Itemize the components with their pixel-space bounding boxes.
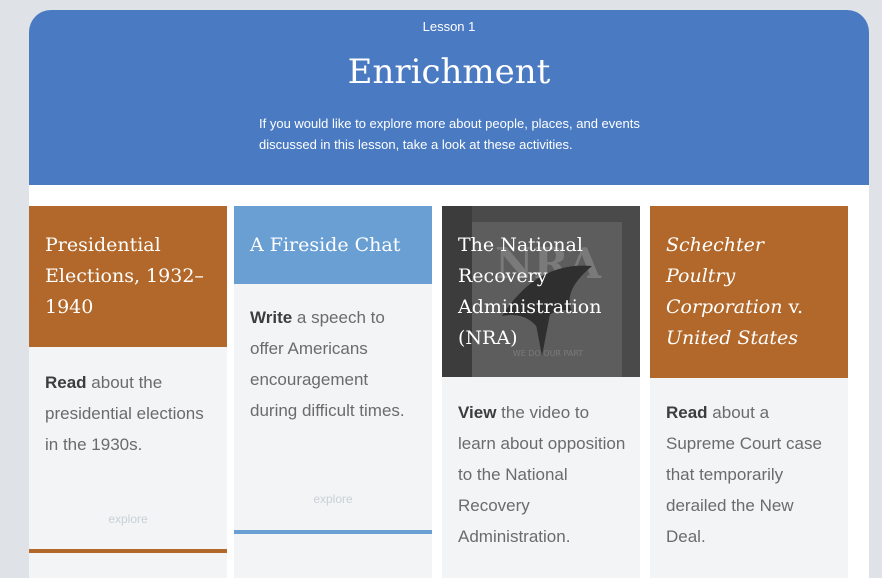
card-accent-bar xyxy=(29,549,227,553)
card-accent-bar xyxy=(234,530,432,534)
lesson-label: Lesson 1 xyxy=(422,19,476,34)
card-presidential-elections[interactable]: Presidential Elections, 1932–1940 Read a… xyxy=(29,206,227,578)
card-text: Read about the presidential elections in… xyxy=(45,367,215,460)
card-title-case-name: Schechter Poultry Corporation xyxy=(666,234,783,318)
card-text: Read about a Supreme Court case that tem… xyxy=(666,397,836,552)
card-verb: Write xyxy=(250,308,293,327)
card-text: View the video to learn about opposition… xyxy=(458,397,628,552)
card-verb: Read xyxy=(45,373,87,392)
card-title: The National Recovery Administration (NR… xyxy=(458,234,602,349)
card-verb: View xyxy=(458,403,497,422)
enrichment-panel: Lesson 1 Enrichment If you would like to… xyxy=(29,10,869,578)
card-text: Write a speech to offer Americans encour… xyxy=(250,302,420,426)
enrichment-header: Lesson 1 Enrichment If you would like to… xyxy=(29,10,869,185)
card-fireside-chat[interactable]: A Fireside Chat Write a speech to offer … xyxy=(234,206,432,578)
card-schechter-v-united-states[interactable]: Schechter Poultry Corporation v. United … xyxy=(650,206,848,578)
card-description: about a Supreme Court case that temporar… xyxy=(666,403,822,546)
card-description: the video to learn about opposition to t… xyxy=(458,403,626,546)
card-title-versus: v. xyxy=(782,296,804,318)
card-national-recovery-administration[interactable]: NRA WE DO OUR PART The National Recovery… xyxy=(442,206,640,578)
page-description: If you would like to explore more about … xyxy=(259,116,640,152)
card-title[interactable]: A Fireside Chat xyxy=(234,206,432,284)
page-title: Enrichment xyxy=(347,52,551,92)
explore-link[interactable]: explore xyxy=(234,492,432,506)
explore-link[interactable]: explore xyxy=(29,512,227,526)
video-thumbnail[interactable]: NRA WE DO OUR PART The National Recovery… xyxy=(442,206,640,377)
card-title[interactable]: Presidential Elections, 1932–1940 xyxy=(29,206,227,347)
card-title-party: United States xyxy=(666,327,799,349)
card-verb: Read xyxy=(666,403,708,422)
card-title[interactable]: Schechter Poultry Corporation v. United … xyxy=(650,206,848,378)
